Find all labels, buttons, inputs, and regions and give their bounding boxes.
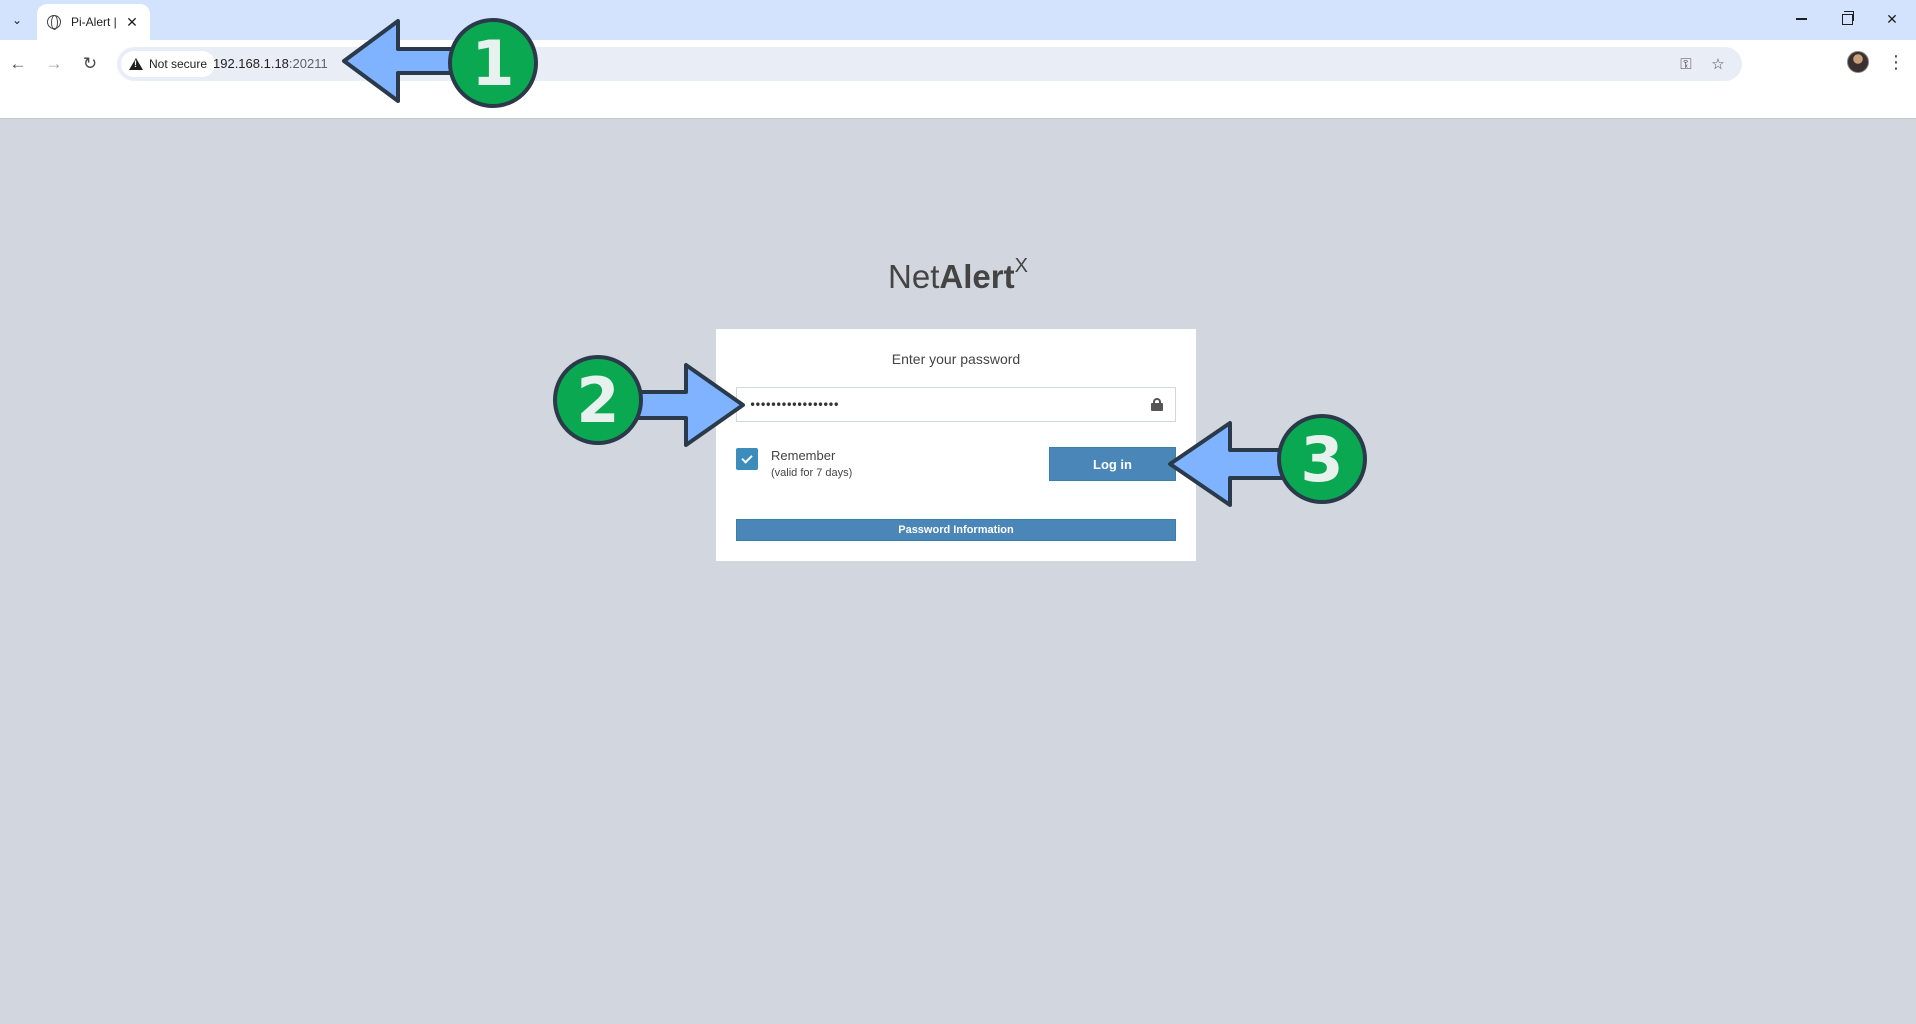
logo-alert: Alert	[939, 258, 1015, 295]
password-input[interactable]	[736, 387, 1176, 422]
url-text[interactable]: 192.168.1.18:20211	[213, 56, 328, 71]
restore-button[interactable]	[1829, 6, 1865, 32]
browser-tab[interactable]: Pi-Alert | ✕	[37, 4, 150, 40]
restore-icon	[1841, 10, 1854, 25]
step-badge-3: 3	[1277, 414, 1367, 504]
tab-close-icon[interactable]: ✕	[122, 12, 142, 32]
url-port: :20211	[288, 56, 328, 71]
security-label: Not secure	[149, 57, 208, 71]
minimize-icon	[1795, 18, 1807, 20]
warning-icon	[129, 58, 143, 70]
checkmark-icon	[741, 451, 753, 464]
netalertx-logo: NetAlertX	[0, 255, 1916, 296]
step-badge-1: 1	[448, 18, 538, 108]
logo-x: X	[1014, 255, 1028, 277]
security-chip[interactable]: Not secure	[121, 51, 216, 77]
page-body: NetAlertX Enter your password Remember (…	[0, 119, 1916, 1024]
remember-checkbox[interactable]	[736, 448, 758, 470]
tab-strip: ⌄ Pi-Alert | ✕ ✕	[0, 0, 1916, 40]
menu-kebab-icon[interactable]: ⋮	[1886, 51, 1906, 75]
password-information-button[interactable]: Password Information	[736, 519, 1176, 541]
bookmark-star-icon[interactable]: ☆	[1709, 55, 1727, 73]
lock-icon	[1151, 398, 1163, 411]
logo-net: Net	[888, 258, 940, 295]
remember-label: Remember	[771, 448, 836, 463]
back-arrow-icon[interactable]: ←	[4, 50, 32, 78]
password-key-icon[interactable]: ⚿	[1677, 55, 1695, 73]
profile-avatar[interactable]	[1847, 51, 1869, 73]
login-message: Enter your password	[891, 351, 1021, 367]
remember-validity: (valid for 7 days)	[771, 467, 853, 479]
login-box: Enter your password Remember (valid for …	[716, 329, 1196, 561]
browser-toolbar: ← → ↻ Not secure 192.168.1.18:20211 ⚿ ☆ …	[0, 40, 1916, 119]
url-host: 192.168.1.18	[213, 56, 289, 71]
tab-title: Pi-Alert |	[71, 15, 117, 29]
minimize-button[interactable]	[1783, 6, 1819, 32]
tab-search-chevron-icon[interactable]: ⌄	[4, 8, 30, 32]
login-button[interactable]: Log in	[1049, 447, 1176, 481]
window-close-button[interactable]: ✕	[1874, 6, 1910, 32]
reload-icon[interactable]: ↻	[76, 50, 104, 78]
forward-arrow-icon[interactable]: →	[40, 50, 68, 78]
address-bar[interactable]: Not secure 192.168.1.18:20211 ⚿ ☆	[117, 47, 1742, 81]
globe-icon	[47, 15, 61, 30]
step-badge-2: 2	[553, 355, 643, 445]
